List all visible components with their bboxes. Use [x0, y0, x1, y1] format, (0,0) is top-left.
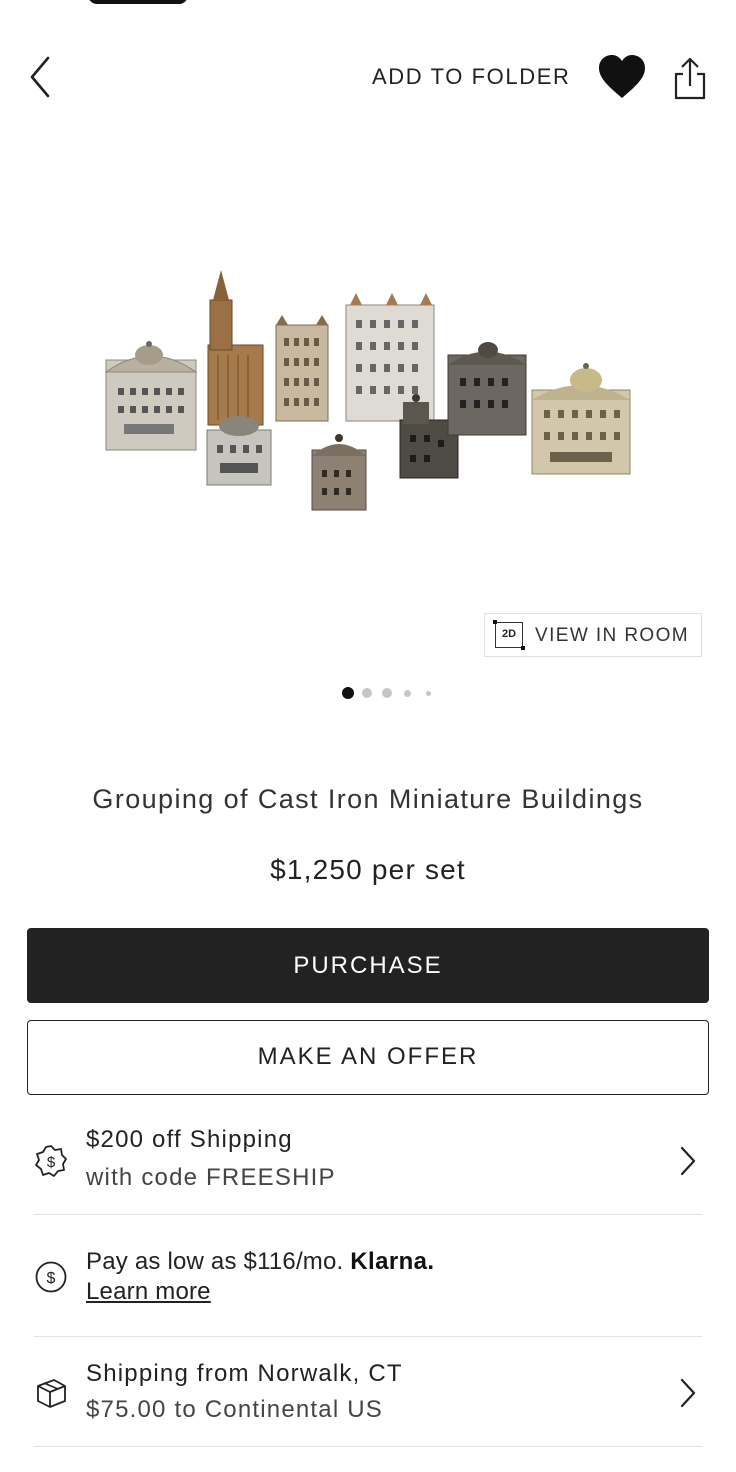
heart-icon	[599, 55, 645, 98]
divider	[34, 1214, 702, 1215]
carousel-dot-2[interactable]	[362, 688, 372, 698]
chevron-left-icon	[30, 56, 50, 98]
divider	[34, 1446, 702, 1447]
product-title: Grouping of Cast Iron Miniature Building…	[92, 784, 644, 814]
financing-line: Pay as low as $116/mo. Klarna.	[86, 1248, 434, 1276]
view-in-room-label: VIEW IN ROOM	[535, 625, 690, 646]
klarna-logo: Klarna.	[350, 1248, 435, 1275]
box-icon	[37, 1379, 66, 1408]
product-price: $1,250 per set	[270, 854, 466, 885]
promo-code: with code FREESHIP	[86, 1164, 336, 1191]
carousel-dot-5[interactable]	[426, 691, 431, 696]
shipping-promo-row[interactable]: $ $200 off Shipping with code FREESHIP	[34, 1122, 702, 1202]
shipping-cost: $75.00 to Continental US	[86, 1396, 383, 1423]
learn-more-link[interactable]: Learn more	[86, 1278, 211, 1306]
favorite-button[interactable]	[596, 52, 648, 102]
top-bar: ADD TO FOLDER	[0, 40, 736, 116]
dollar-badge-icon: $	[35, 1145, 67, 1177]
view-in-room-button[interactable]: 2D VIEW IN ROOM	[484, 613, 702, 657]
carousel-dot-4[interactable]	[404, 690, 411, 697]
view-in-room-badge: 2D	[493, 620, 525, 650]
shipping-info-row[interactable]: Shipping from Norwalk, CT $75.00 to Cont…	[34, 1356, 702, 1436]
share-icon	[674, 57, 706, 100]
divider	[34, 1336, 702, 1337]
carousel-dot-1[interactable]	[342, 687, 354, 699]
status-bar	[0, 0, 736, 6]
add-to-folder-button[interactable]: ADD TO FOLDER	[372, 64, 570, 90]
shipping-origin: Shipping from Norwalk, CT	[86, 1360, 403, 1387]
product-image[interactable]	[90, 260, 650, 530]
share-button[interactable]	[668, 54, 712, 104]
back-button[interactable]	[22, 52, 66, 102]
make-offer-button[interactable]: MAKE AN OFFER	[27, 1020, 709, 1095]
carousel-dots	[340, 686, 440, 700]
svg-text:$: $	[47, 1270, 56, 1287]
svg-text:$: $	[47, 1154, 56, 1171]
promo-title: $200 off Shipping	[86, 1126, 293, 1153]
status-time	[88, 0, 188, 4]
chevron-right-icon	[680, 1146, 696, 1176]
carousel-dot-3[interactable]	[382, 688, 392, 698]
financing-text: Pay as low as $116/mo.	[86, 1248, 344, 1275]
dollar-circle-icon: $	[35, 1261, 67, 1293]
chevron-right-icon	[680, 1378, 696, 1408]
financing-row: $ Pay as low as $116/mo. Klarna. Learn m…	[34, 1244, 702, 1314]
purchase-button[interactable]: PURCHASE	[27, 928, 709, 1003]
